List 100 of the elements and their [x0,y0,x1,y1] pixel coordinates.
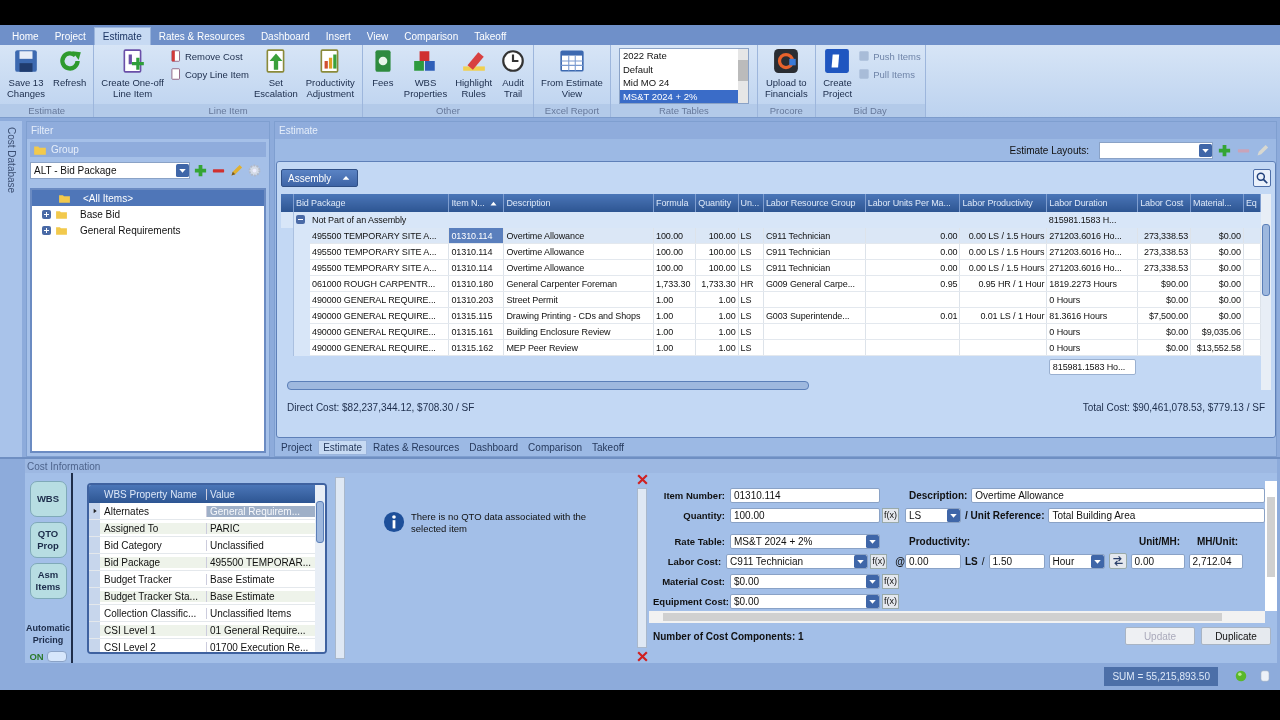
table-row[interactable]: 495500 TEMPORARY SITE A... 01310.114 Overtime Allowance 100.00 100.00 LS C911 Technician 0.00 0.00 LS / 1.5 Hours 271203.6016 Ho... 273,338.53 $0.00 [281,243,1261,260]
bottom-tab[interactable]: Rates & Resources [369,440,464,454]
formula-button[interactable]: f(x) [882,593,899,609]
column-header[interactable]: WBS Property Name [100,488,207,500]
table-row[interactable]: 495500 TEMPORARY SITE A... 01310.114 Overtime Allowance 100.00 100.00 LS C911 Technician 0.00 0.00 LS / 1.5 Hours 271203.6016 Ho... 273,338.53 $0.00 [281,259,1261,276]
ribbon-button[interactable]: Copy Line Item [168,67,249,81]
formula-button[interactable]: f(x) [870,553,888,569]
splitter[interactable] [335,477,345,659]
ribbon-button[interactable]: Create Project [819,48,856,104]
splitter[interactable] [637,488,647,648]
side-button[interactable]: WBS [29,481,67,517]
input-field[interactable]: 0.00 [905,553,961,569]
bottom-tab[interactable]: Comparison [524,440,587,454]
input-field[interactable]: 100.00 [730,507,880,523]
side-button[interactable]: QTO Prop [29,522,67,558]
ribbon-button[interactable]: WBS Properties [400,48,451,104]
column-header[interactable]: Labor Duration [1046,194,1138,212]
column-header[interactable]: Labor Resource Group [763,194,866,212]
list-item[interactable]: Mid MO 24 [619,76,738,90]
column-header[interactable]: Labor Units Per Ma... [865,194,960,212]
column-header[interactable]: Formula [653,194,696,212]
cost-dropdown[interactable]: $0.00 [730,573,880,589]
ribbon-button[interactable]: Remove Cost [168,49,249,63]
rate-table-list[interactable]: 2022 Rate Default Mid MO 24 MS&T 2024 + 2% [618,48,749,104]
formula-button[interactable]: f(x) [882,573,899,589]
ribbon-button[interactable]: Highlight Rules [452,48,496,104]
action-button[interactable]: Duplicate [1201,627,1271,645]
toggle-switch[interactable] [46,651,67,662]
ribbon-button[interactable]: Audit Trail [497,48,530,104]
column-header[interactable]: Material... [1190,194,1244,212]
unit-dropdown[interactable]: LS [905,507,961,523]
group-by-button[interactable]: Assembly [281,169,359,187]
group-dropdown[interactable]: ALT - Bid Package [30,162,190,179]
scrollbar[interactable] [315,485,325,652]
column-header[interactable]: Description [503,194,654,212]
ribbon-button[interactable]: From Estimate View [538,48,606,104]
bottom-tab[interactable]: Project [277,440,317,454]
ribbon-button[interactable]: Refresh [50,48,90,104]
scrollbar[interactable] [649,611,1265,623]
tree-item[interactable]: Base Bid [32,206,264,222]
table-row[interactable]: 495500 TEMPORARY SITE A... 01310.114 Overtime Allowance 100.00 100.00 LS C911 Technician 0.00 0.00 LS / 1.5 Hours 271203.6016 Ho... 273,338.53 $0.00 [281,228,1261,244]
side-button[interactable]: Asm Items [29,563,67,599]
ribbon-button[interactable]: Upload to Financials [761,48,811,104]
tree-item[interactable]: General Requirements [32,222,264,238]
list-item[interactable]: 2022 Rate [619,49,738,63]
table-row[interactable]: Assigned To PARIC [89,520,315,537]
ribbon-button[interactable]: Create One-off Line Item [98,48,167,104]
table-row[interactable]: CSI Level 2 01700 Execution Re... [89,639,315,652]
column-header[interactable]: Labor Cost [1137,194,1191,212]
column-header[interactable]: Value [207,488,315,500]
list-item[interactable]: MS&T 2024 + 2% [619,89,738,103]
column-header[interactable]: Item N... [448,194,504,212]
column-header[interactable]: Bid Package [293,194,449,212]
bottom-tab[interactable]: Estimate [318,439,368,455]
add-icon[interactable] [1217,142,1232,158]
side-tab[interactable]: Cost Database [5,127,17,194]
table-row[interactable]: Bid Category Unclassified [89,537,315,554]
table-row[interactable]: Collection Classific... Unclassified Items [89,605,315,622]
settings-icon[interactable] [247,163,262,178]
input-field[interactable]: Overtime Allowance [971,487,1265,503]
input-field[interactable]: 2,712.04 [1188,553,1243,569]
input-field[interactable]: 01310.114 [730,487,880,503]
tree-item[interactable]: <All Items> [32,190,264,206]
scrollbar[interactable] [1265,481,1277,611]
input-field[interactable]: 0.00 [1130,553,1185,569]
table-row[interactable]: CSI Level 1 01 General Require... [89,622,315,639]
column-header[interactable]: Labor Productivity [959,194,1047,212]
swap-button[interactable] [1108,553,1127,569]
table-row[interactable]: 490000 GENERAL REQUIRE... 01315.162 MEP Peer Review 1.00 1.00 LS 0 Hours $0.00 $13,552.58 [281,339,1261,356]
scrollbar[interactable] [737,49,748,103]
rate-table-dropdown[interactable]: MS&T 2024 + 2% [730,533,880,549]
cost-dropdown[interactable]: C911 Technician [726,553,869,569]
ribbon-button[interactable]: Save 13 Changes [4,48,49,104]
pencil-icon[interactable] [229,163,244,178]
table-row[interactable]: Budget Tracker Sta... Base Estimate [89,588,315,605]
search-button[interactable] [1253,169,1271,187]
column-header[interactable]: Quantity [695,194,739,212]
add-icon[interactable] [193,163,208,178]
cost-dropdown[interactable]: $0.00 [730,593,880,609]
column-header[interactable]: Un... [738,194,764,212]
bottom-tab[interactable]: Dashboard [465,440,523,454]
ribbon-button[interactable]: Productivity Adjustment [302,48,358,104]
scrollbar[interactable] [1261,194,1271,390]
ribbon-button[interactable]: Set Escalation [250,48,301,104]
expand-toggle[interactable] [296,214,305,224]
input-field[interactable]: 1.50 [988,553,1045,569]
layouts-dropdown[interactable] [1099,141,1213,159]
table-row[interactable]: 490000 GENERAL REQUIRE... 01310.203 Street Permit 1.00 1.00 LS 0 Hours $0.00 $0.00 [281,291,1261,308]
table-row[interactable]: Budget Tracker Base Estimate [89,571,315,588]
table-row[interactable]: 490000 GENERAL REQUIRE... 01315.115 Drawing Printing - CDs and Shops 1.00 1.00 LS G003 Superintende... 0.01 0.01 LS / 1 Hour 81.3616 Hours $7,500.00 $0.00 [281,307,1261,324]
table-row[interactable]: 490000 GENERAL REQUIRE... 01315.161 Building Enclosure Review 1.00 1.00 LS 0 Hours $0.00 $9,035.06 [281,323,1261,340]
ribbon-tab[interactable]: Estimate [93,27,151,45]
list-item[interactable]: Default [619,62,738,76]
ribbon-button[interactable]: Fees [366,48,399,104]
input-field[interactable]: Total Building Area [1048,507,1265,523]
time-unit-dropdown[interactable]: Hour [1048,553,1105,569]
formula-button[interactable]: f(x) [882,507,899,523]
bottom-tab[interactable]: Takeoff [588,440,629,454]
table-row[interactable]: Bid Package 495500 TEMPORAR... [89,554,315,571]
table-row[interactable]: Alternates General Requirem... [89,503,315,520]
